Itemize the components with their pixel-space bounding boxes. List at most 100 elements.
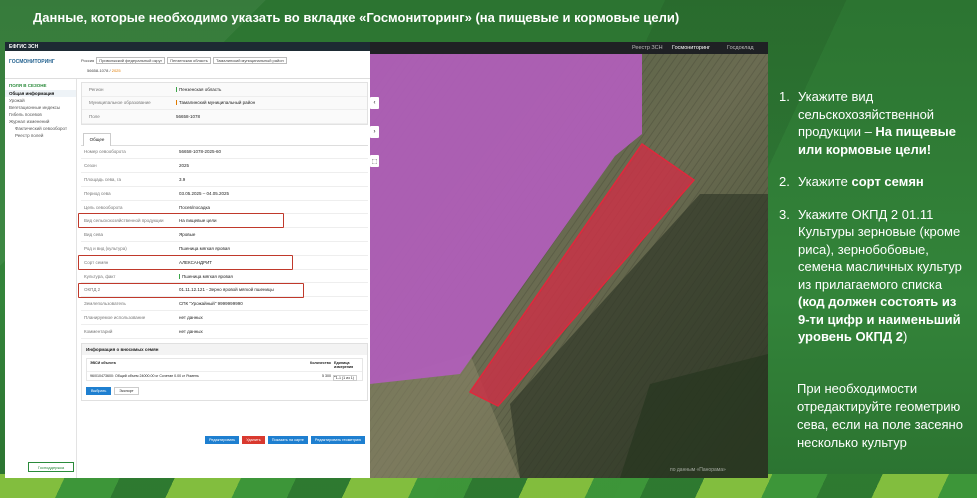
col-object: ЭВСИ объекта <box>90 360 116 365</box>
sidebar-item-indices[interactable]: Вегетационные индексы <box>5 104 76 111</box>
kv-key: Вид сева <box>84 232 103 238</box>
kv-value: 56658-1078 <box>176 113 201 119</box>
kv-row: Род и вид (культура) Пшеница мягкая ярова… <box>81 242 368 256</box>
kv-row: Комментарий нет данных <box>81 325 368 339</box>
kv-value: нет данных <box>179 328 203 334</box>
district-select[interactable]: Приволжский федеральный округ <box>96 57 166 64</box>
kv-key: Комментарий <box>84 328 113 334</box>
sidebar-item-general[interactable]: Общая информация <box>5 90 76 97</box>
field-list: Номер севооборота 56658-1078-2025-60 Сезо… <box>78 146 368 339</box>
kv-value: 56658-1078-2025-60 <box>179 149 222 155</box>
sidebar-item-rotation[interactable]: Фактический севооборот <box>5 125 76 132</box>
crumb-year[interactable]: 2025 <box>112 68 121 73</box>
kv-value: 03.05.2025 – 04.05.2025 <box>179 190 230 196</box>
tab-gosdoklad[interactable]: Госдоклад <box>727 45 754 51</box>
inventory-actions: Выбрать Экспорт 1-1 (1 из 1) <box>82 374 367 400</box>
kv-row: Муниципальное образование Тамалинский му… <box>82 97 367 110</box>
tab-bar: Общее <box>81 130 368 146</box>
location-selectors: Россия Приволжский федеральный округ Пен… <box>81 57 287 64</box>
region-select[interactable]: Пензенская область <box>167 57 211 64</box>
kv-key: Регион <box>89 86 104 92</box>
crumb-country[interactable]: Россия <box>81 58 94 63</box>
kv-value: Пшеница мягкая яровая <box>179 245 230 251</box>
instruction-step: 3. Укажите ОКПД 2 01.11 Культуры зерновы… <box>779 206 969 346</box>
kv-key: Род и вид (культура) <box>84 245 127 251</box>
col-unit: Единица измерения <box>334 360 354 369</box>
step-number: 3. <box>779 206 790 222</box>
cell-qty: 5 300 <box>322 373 331 378</box>
satellite-map[interactable] <box>370 54 768 478</box>
kv-row: Период сева 03.05.2025 – 04.05.2025 <box>81 187 368 201</box>
sidebar: ПОЛЯ В СЕЗОНЕ Общая информация Урожай Ве… <box>5 79 77 478</box>
sidebar-item-losses[interactable]: Гибель посевов <box>5 111 76 118</box>
region-panel: Регион Пензенская область Муниципальное … <box>81 82 368 125</box>
select-button[interactable]: Выбрать <box>86 386 112 395</box>
kv-row: Культура, факт Пшеница мягкая яровая <box>81 270 368 284</box>
tab-general[interactable]: Общее <box>83 132 111 146</box>
edit-button[interactable]: Редактировать <box>205 436 240 444</box>
kv-value: Пшеница мягкая яровая <box>179 273 368 279</box>
step-text: Укажите сорт семян <box>798 174 924 189</box>
kv-value: нет данных <box>179 314 203 320</box>
instruction-step: 2. Укажите сорт семян <box>779 173 969 191</box>
layers-icon[interactable]: ⬚ <box>370 155 379 167</box>
support-button[interactable]: Господдержка <box>28 462 74 472</box>
app-screenshot: ЕФГИС ЗСН ГОСМОНИТОРИНГ Россия Приволжск… <box>5 42 370 478</box>
form-actions: Редактировать Удалить Показать на карте … <box>205 436 366 444</box>
kv-row: Планируемое использование нет данных <box>81 311 368 325</box>
sidebar-item-harvest[interactable]: Урожай <box>5 97 76 104</box>
tab-registry[interactable]: Реестр ЗСН <box>632 45 663 51</box>
kv-row: Землепользователь СПК "Урожайный" 9999999… <box>81 297 368 312</box>
slide-headline: Данные, которые необходимо указать во вк… <box>33 10 680 25</box>
table-header: ЭВСИ объекта Количество Единица измерени… <box>87 359 362 372</box>
seed-inventory: Информация о вносимых семян ЭВСИ объекта… <box>81 342 368 401</box>
kv-key: Поле <box>89 113 100 119</box>
export-button[interactable]: Экспорт <box>114 386 139 395</box>
kv-row: Вид сева Яровые <box>81 228 368 243</box>
sidebar-item-log[interactable]: Журнал изменений <box>5 118 76 125</box>
map-panel[interactable]: Реестр ЗСН Госмониторинг Госдоклад ‹ › ⬚… <box>370 42 768 478</box>
instructions-list: 1. Укажите вид сельскохозяйственной прод… <box>779 88 969 361</box>
step-text: Укажите ОКПД 2 01.11 Культуры зерновые (… <box>798 206 962 345</box>
highlight-product-type <box>78 212 284 228</box>
kv-key: Сезон <box>84 163 97 169</box>
breadcrumb: 56658-1078 / 2025 <box>87 68 121 73</box>
kv-key: Землепользователь <box>84 301 126 307</box>
map-topbar: Реестр ЗСН Госмониторинг Госдоклад <box>370 42 768 54</box>
kv-row: Поле 56658-1078 <box>82 110 367 124</box>
kv-value: Тамалинский муниципальный район <box>176 100 367 106</box>
delete-button[interactable]: Удалить <box>242 436 265 444</box>
kv-key: Цель севооборота <box>84 204 123 210</box>
sidebar-section[interactable]: ПОЛЯ В СЕЗОНЕ <box>5 79 76 90</box>
app-logo[interactable]: ГОСМОНИТОРИНГ <box>9 59 55 65</box>
tab-gosmonitoring[interactable]: Госмониторинг <box>672 45 710 51</box>
show-on-map-button[interactable]: Показать на карте <box>267 436 308 444</box>
crumb-field[interactable]: 56658-1078 <box>87 68 108 73</box>
kv-value: СПК "Урожайный" 9999999990 <box>179 301 243 307</box>
step-number: 2. <box>779 174 790 189</box>
kv-key: Муниципальное образование <box>89 100 151 106</box>
highlight-seed-variety <box>78 254 293 270</box>
pager[interactable]: 1-1 (1 из 1) <box>332 374 357 381</box>
kv-row: Регион Пензенская область <box>82 83 367 97</box>
kv-value: Яровые <box>179 232 196 238</box>
collapse-left-icon[interactable]: ‹ <box>370 97 379 109</box>
inventory-table: ЭВСИ объекта Количество Единица измерени… <box>86 357 363 381</box>
expand-right-icon[interactable]: › <box>370 126 379 138</box>
municipality-select[interactable]: Тамалинский муниципальный район <box>212 57 287 64</box>
geometry-note: При необходимости отредактируйте геометр… <box>797 381 963 450</box>
kv-row: Площадь сева, га 3.9 <box>81 173 368 187</box>
instruction-step: 1. Укажите вид сельскохозяйственной прод… <box>779 88 969 158</box>
kv-value: 2025 <box>179 163 190 169</box>
sidebar-item-registry[interactable]: Реестр полей <box>5 132 76 139</box>
map-attribution: по данным «Панорама» <box>670 467 726 473</box>
kv-key: Площадь сева, га <box>84 176 121 182</box>
kv-key: Период сева <box>84 190 111 196</box>
kv-value: Посев/посадка <box>179 204 211 210</box>
kv-value: 3.9 <box>179 176 186 182</box>
crumb-sep: / <box>109 68 111 73</box>
map-toolbar: ‹ › ⬚ <box>370 97 380 184</box>
table-row[interactable]: 96/010473600: Общий объем 24000.00 кг Со… <box>87 372 362 380</box>
col-qty: Количество <box>310 360 331 365</box>
edit-geometry-button[interactable]: Редактировать геометрию <box>310 436 366 444</box>
